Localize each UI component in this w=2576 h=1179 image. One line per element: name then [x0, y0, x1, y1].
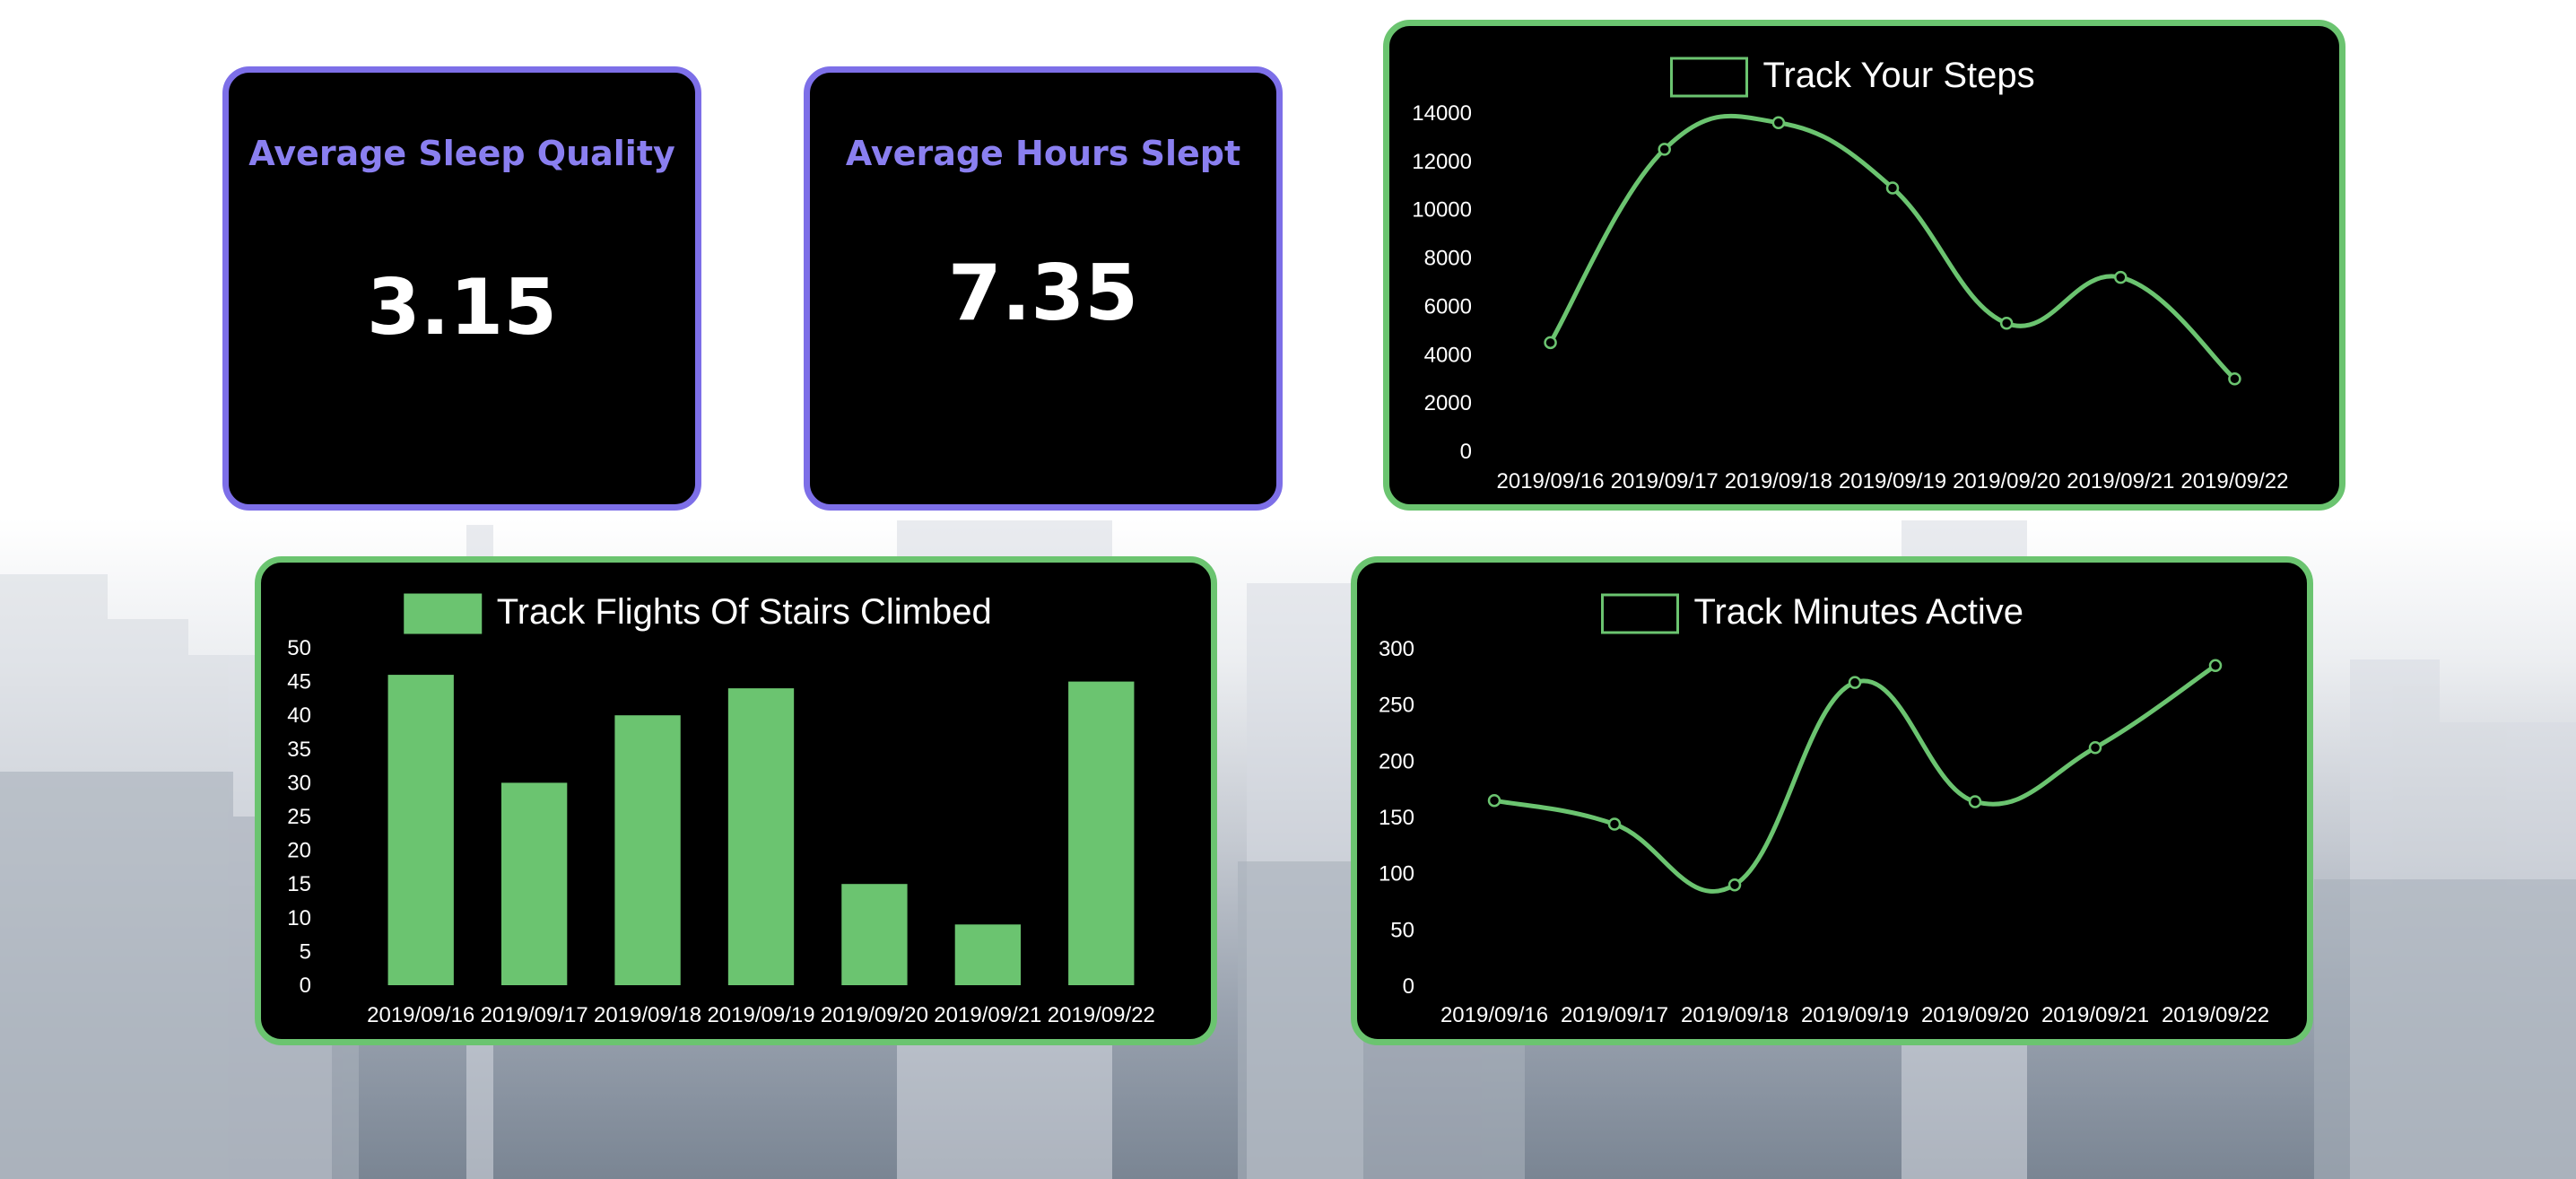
steps-chart-card: Track Your Steps 0 2000 4000 6000 8000 10000 12… — [1383, 20, 2345, 511]
stairs-bar — [387, 675, 454, 985]
stairs-y-tick-label: 50 — [287, 636, 311, 660]
minutes-data-point — [1727, 878, 1742, 892]
steps-data-point — [1885, 181, 1900, 195]
steps-series-line — [1548, 113, 2237, 381]
stairs-y-tick-label: 45 — [287, 670, 311, 694]
minutes-x-tick-label: 2019/09/20 — [1921, 1003, 2029, 1027]
stairs-y-tick-label: 35 — [287, 738, 311, 762]
steps-y-tick-label: 8000 — [1424, 247, 1472, 271]
stairs-x-tick-label: 2019/09/17 — [481, 1003, 588, 1027]
steps-x-tick-label: 2019/09/20 — [1953, 469, 2060, 493]
minutes-x-tick-label: 2019/09/17 — [1561, 1003, 1668, 1027]
steps-x-tick-label: 2019/09/17 — [1611, 469, 1719, 493]
minutes-y-tick-label: 300 — [1379, 637, 1414, 661]
stairs-chart-title: Track Flights Of Stairs Climbed — [497, 592, 992, 632]
sleep-quality-card: Average Sleep Quality 3.15 — [222, 66, 701, 511]
steps-y-tick-label: 0 — [1460, 440, 1472, 464]
stairs-y-tick-label: 15 — [287, 872, 311, 896]
sleep-quality-value: 3.15 — [366, 263, 558, 353]
minutes-x-tick-label: 2019/09/16 — [1440, 1003, 1548, 1027]
stairs-y-tick-label: 10 — [287, 906, 311, 930]
stairs-y-tick-label: 0 — [300, 974, 311, 998]
stairs-x-tick-label: 2019/09/21 — [934, 1003, 1041, 1027]
stairs-bar — [1068, 681, 1135, 985]
steps-data-point — [1658, 143, 1671, 156]
sleep-quality-title: Average Sleep Quality — [248, 134, 675, 173]
stairs-x-tick-label: 2019/09/18 — [594, 1003, 701, 1027]
stairs-chart-card: Track Flights Of Stairs Climbed 0 5 10 15 20 2… — [255, 556, 1217, 1045]
steps-data-point — [1544, 336, 1557, 350]
stairs-x-tick-label: 2019/09/19 — [707, 1003, 814, 1027]
minutes-chart-title: Track Minutes Active — [1694, 592, 2024, 632]
stairs-y-tick-label: 25 — [287, 805, 311, 829]
minutes-legend-swatch — [1601, 593, 1679, 634]
steps-x-tick-label: 2019/09/18 — [1725, 469, 1832, 493]
minutes-data-point — [1487, 793, 1501, 808]
minutes-data-point — [1968, 795, 1982, 808]
minutes-y-tick-label: 0 — [1403, 974, 1414, 999]
minutes-y-tick-label: 100 — [1379, 862, 1414, 886]
stairs-bar — [727, 688, 795, 985]
steps-chart-title: Track Your Steps — [1763, 56, 2035, 95]
minutes-y-tick-label: 200 — [1379, 749, 1414, 773]
steps-y-tick-label: 2000 — [1424, 391, 1472, 415]
stairs-legend-swatch — [404, 593, 483, 634]
minutes-y-tick-label: 50 — [1390, 918, 1414, 942]
minutes-data-point — [1607, 817, 1622, 831]
stairs-x-tick-label: 2019/09/16 — [367, 1003, 474, 1027]
minutes-x-tick-label: 2019/09/19 — [1801, 1003, 1909, 1027]
minutes-line-chart: Track Minutes Active 0 50 100 150 200 250 300 20… — [1379, 592, 2269, 1027]
steps-data-point — [1771, 116, 1786, 130]
steps-y-tick-label: 10000 — [1412, 198, 1472, 223]
minutes-data-point — [1848, 676, 1862, 689]
stairs-x-tick-label: 2019/09/20 — [821, 1003, 928, 1027]
stairs-bar-chart: Track Flights Of Stairs Climbed 0 5 10 15 20 2… — [287, 592, 1155, 1027]
stairs-bar — [500, 782, 568, 985]
steps-x-tick-label: 2019/09/22 — [2180, 469, 2288, 493]
stairs-bar — [614, 715, 681, 985]
minutes-x-tick-label: 2019/09/18 — [1681, 1003, 1788, 1027]
stairs-x-tick-label: 2019/09/22 — [1048, 1003, 1155, 1027]
stairs-bar — [954, 924, 1022, 985]
stairs-y-tick-label: 30 — [287, 771, 311, 795]
steps-data-point — [2228, 371, 2241, 386]
minutes-y-tick-label: 250 — [1379, 694, 1414, 718]
steps-legend-swatch — [1670, 57, 1748, 98]
hours-slept-value: 7.35 — [947, 249, 1139, 338]
minutes-series-line — [1493, 663, 2217, 894]
stairs-y-tick-label: 20 — [287, 839, 311, 863]
minutes-data-point — [2208, 659, 2223, 673]
steps-x-tick-label: 2019/09/21 — [2067, 469, 2174, 493]
stairs-bar — [841, 884, 908, 985]
hours-slept-card: Average Hours Slept 7.35 — [804, 66, 1283, 511]
steps-data-point — [2114, 270, 2128, 284]
steps-y-tick-label: 4000 — [1424, 343, 1472, 367]
steps-x-tick-label: 2019/09/16 — [1497, 469, 1605, 493]
steps-y-tick-label: 6000 — [1424, 294, 1472, 319]
minutes-x-tick-label: 2019/09/22 — [2162, 1003, 2269, 1027]
stairs-y-tick-label: 5 — [300, 939, 311, 964]
minutes-data-point — [2088, 741, 2102, 755]
steps-line-chart: Track Your Steps 0 2000 4000 6000 8000 10000 12… — [1412, 56, 2288, 493]
steps-x-tick-label: 2019/09/19 — [1839, 469, 1946, 493]
stairs-y-tick-label: 40 — [287, 703, 311, 728]
minutes-y-tick-label: 150 — [1379, 806, 1414, 830]
steps-y-tick-label: 14000 — [1412, 101, 1472, 126]
steps-y-tick-label: 12000 — [1412, 150, 1472, 174]
minutes-chart-card: Track Minutes Active 0 50 100 150 200 250 300 20… — [1351, 556, 2313, 1045]
minutes-x-tick-label: 2019/09/21 — [2041, 1003, 2149, 1027]
hours-slept-title: Average Hours Slept — [845, 134, 1241, 173]
steps-data-point — [1999, 317, 2014, 330]
